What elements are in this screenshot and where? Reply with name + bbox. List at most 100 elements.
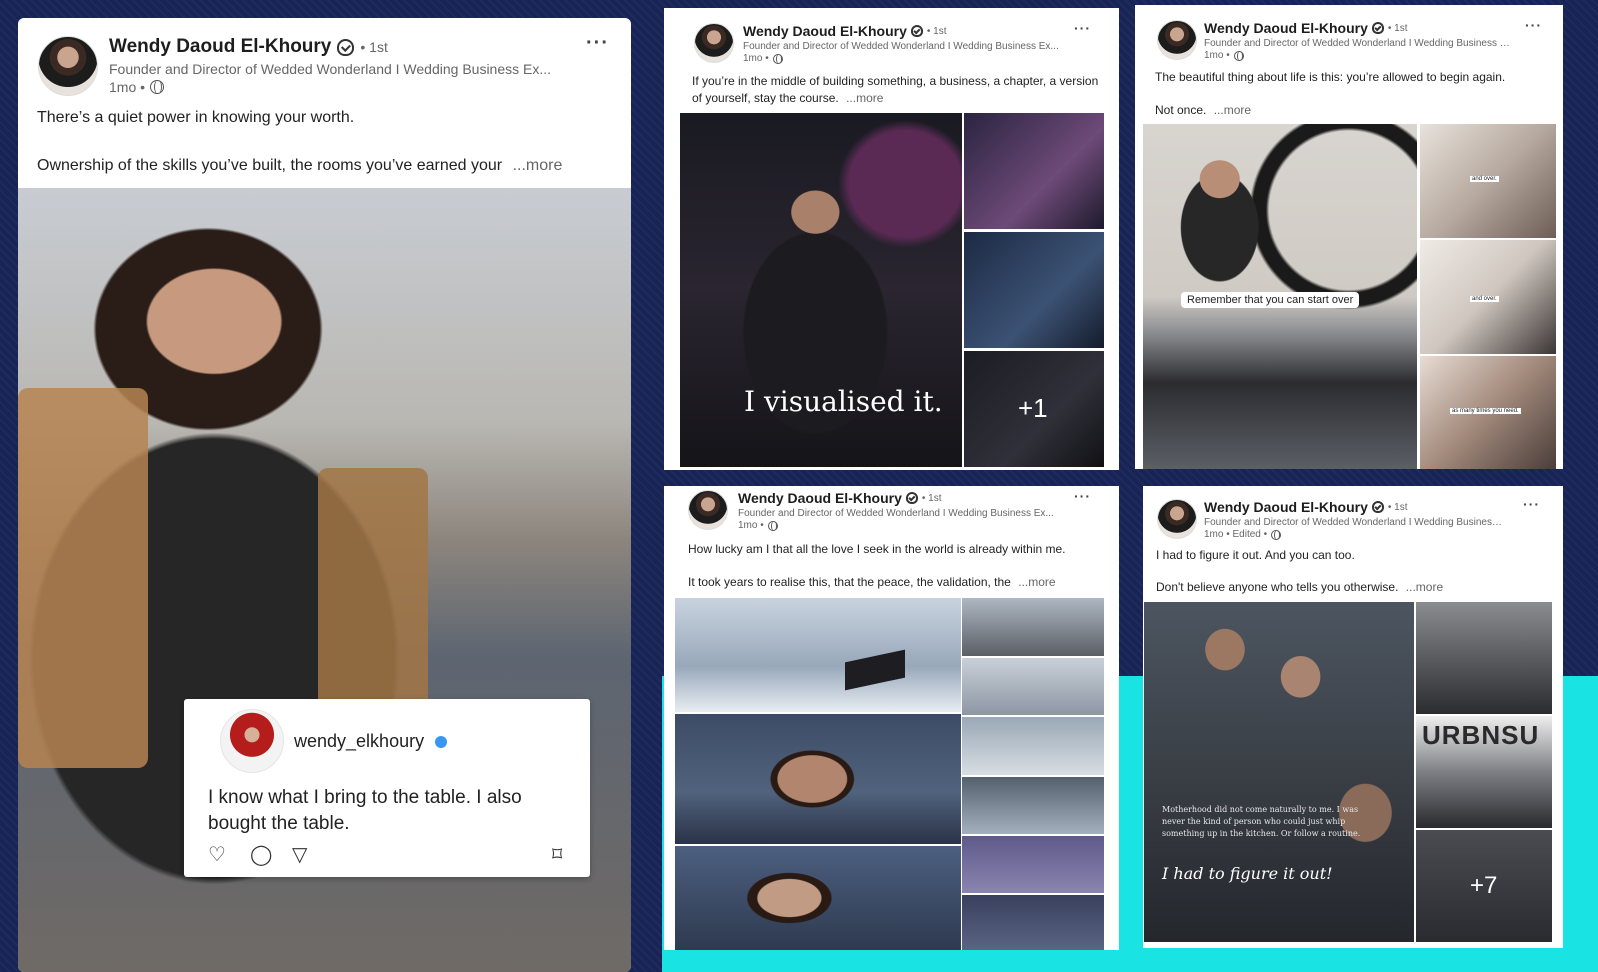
post-card-2[interactable]: Wendy Daoud El-Khoury • 1st Founder and … [664, 8, 1119, 470]
image-caption: Remember that you can start over [1187, 294, 1354, 306]
post-image-thumb-4[interactable] [962, 777, 1104, 834]
see-more-link[interactable]: ...more [1406, 580, 1443, 594]
post-image-thumb-6[interactable] [962, 895, 1104, 950]
more-options-icon[interactable]: ··· [1074, 488, 1091, 504]
author-avatar[interactable] [694, 23, 734, 63]
post-card-4[interactable]: Wendy Daoud El-Khoury • 1st Founder and … [664, 486, 1119, 950]
bookmark-icon: ⌑ [552, 844, 563, 866]
post-image-main[interactable]: Motherhood did not come naturally to me.… [1144, 602, 1414, 942]
post-image-main[interactable]: Remember that you can start over [1143, 124, 1417, 469]
ig-quote: I know what I bring to the table. I also… [208, 787, 522, 834]
post-image-thumb-2[interactable]: and over. [1420, 240, 1556, 354]
post-image-thumb-5[interactable] [962, 836, 1104, 893]
post-image-thumb-1[interactable] [1416, 602, 1552, 714]
author-headline: Founder and Director of Wedded Wonderlan… [743, 41, 1059, 52]
author-avatar[interactable] [1157, 499, 1197, 539]
author-name[interactable]: Wendy Daoud El-Khoury [1204, 20, 1368, 36]
author-name[interactable]: Wendy Daoud El-Khoury [109, 36, 331, 58]
post-image-thumb-2[interactable] [962, 658, 1104, 715]
more-images-count[interactable]: +7 [1470, 872, 1497, 900]
see-more-link[interactable]: ...more [846, 91, 883, 105]
post-text-line-2: Ownership of the skills you’ve built, th… [37, 157, 503, 174]
post-card-5[interactable]: Wendy Daoud El-Khoury • 1st Founder and … [1143, 486, 1563, 948]
post-image-thumb-1[interactable] [962, 598, 1104, 656]
author-avatar[interactable] [688, 490, 728, 530]
comment-icon: ◯ [250, 844, 273, 866]
post-image-main[interactable]: I visualised it. [680, 113, 962, 467]
author-name[interactable]: Wendy Daoud El-Khoury [1204, 499, 1368, 515]
see-more-link[interactable]: ...more [1018, 575, 1055, 589]
brand-text: URBNSU [1422, 720, 1540, 750]
author-headline: Founder and Director of Wedded Wonderlan… [1204, 517, 1504, 528]
see-more-link[interactable]: ...more [1214, 103, 1251, 117]
globe-icon [150, 80, 165, 94]
connection-degree: • 1st [1387, 501, 1408, 513]
caption-pill: Remember that you can start over [1181, 292, 1360, 308]
post-image-main-3[interactable] [675, 846, 961, 950]
author-name[interactable]: Wendy Daoud El-Khoury [738, 490, 902, 506]
post-image-thumb-3[interactable]: as many times you need. [1420, 356, 1556, 469]
script-caption: I had to figure it out! [1162, 864, 1333, 883]
post-text-line-1: The beautiful thing about life is this: … [1155, 70, 1506, 84]
verified-icon [1371, 22, 1384, 34]
post-text-line-2: It took years to realise this, that the … [688, 575, 1011, 589]
post-time: 1mo • Edited • [1204, 529, 1268, 540]
post-image-thumb-2[interactable] [964, 232, 1104, 348]
author-name[interactable]: Wendy Daoud El-Khoury [743, 23, 907, 39]
post-text-line-2: Not once. [1155, 103, 1207, 117]
connection-degree: • 1st [360, 39, 388, 55]
send-icon: ▽ [292, 844, 308, 866]
thumb-caption: as many times you need. [1450, 408, 1521, 414]
more-options-icon[interactable]: ··· [1523, 496, 1540, 512]
post-text-line-1: If you’re in the middle of building some… [692, 74, 1099, 88]
post-text-line-2: Don't believe anyone who tells you other… [1156, 580, 1399, 594]
connection-degree: • 1st [921, 492, 942, 504]
author-headline: Founder and Director of Wedded Wonderlan… [109, 61, 552, 77]
post-card-1[interactable]: Wendy Daoud El-Khoury • 1st Founder and … [18, 18, 631, 972]
post-image-thumb-1[interactable]: and over. [1420, 124, 1556, 238]
author-avatar[interactable] [38, 36, 98, 96]
more-options-icon[interactable]: ··· [586, 32, 609, 55]
verified-icon [905, 492, 918, 504]
ig-verified-icon [435, 736, 448, 749]
globe-icon [767, 520, 778, 531]
bench [845, 649, 905, 691]
more-options-icon[interactable]: ··· [1525, 17, 1542, 33]
globe-icon [1271, 529, 1282, 540]
verified-icon [337, 38, 355, 56]
verified-icon [910, 25, 923, 37]
post-time: 1mo • [743, 53, 769, 64]
more-images-count[interactable]: +1 [1018, 393, 1048, 424]
post-text-line-1: I had to figure it out. And you can too. [1156, 548, 1355, 562]
post-time: 1mo • [738, 520, 764, 531]
image-caption: I visualised it. [744, 385, 943, 418]
globe-icon [1233, 50, 1244, 61]
post-image-thumb-3[interactable]: +1 [964, 351, 1104, 467]
author-headline: Founder and Director of Wedded Wonderlan… [738, 508, 1054, 519]
post-text-line-2: of yourself, stay the course. [692, 91, 839, 105]
instagram-quote-card: wendy_elkhoury I know what I bring to th… [184, 699, 590, 877]
see-more-link[interactable]: ...more [513, 157, 563, 174]
post-image-main-2[interactable] [675, 714, 961, 844]
ig-handle: wendy_elkhoury [294, 731, 425, 751]
post-time: 1mo • [1204, 50, 1230, 61]
post-image-thumb-2[interactable]: URBNSU [1416, 716, 1552, 828]
post-text-line-1: How lucky am I that all the love I seek … [688, 542, 1066, 556]
thumb-caption: and over. [1470, 176, 1499, 182]
author-headline: Founder and Director of Wedded Wonderlan… [1204, 38, 1514, 49]
post-text-line-1: There’s a quiet power in knowing your wo… [37, 109, 355, 126]
post-card-3[interactable]: Wendy Daoud El-Khoury • 1st Founder and … [1135, 5, 1563, 469]
post-image-thumb-3[interactable] [962, 717, 1104, 775]
connection-degree: • 1st [926, 25, 947, 37]
heart-icon: ♡ [208, 844, 226, 866]
verified-icon [1371, 501, 1384, 513]
globe-icon [772, 53, 783, 64]
overlay-text: Motherhood did not come naturally to me.… [1162, 805, 1361, 838]
ig-avatar [220, 709, 284, 773]
post-image-main-1[interactable] [675, 598, 961, 712]
more-options-icon[interactable]: ··· [1074, 20, 1091, 36]
post-image-thumb-3[interactable]: +7 [1416, 830, 1552, 942]
post-image-thumb-1[interactable] [964, 113, 1104, 229]
author-avatar[interactable] [1157, 20, 1197, 60]
chair [18, 388, 148, 768]
